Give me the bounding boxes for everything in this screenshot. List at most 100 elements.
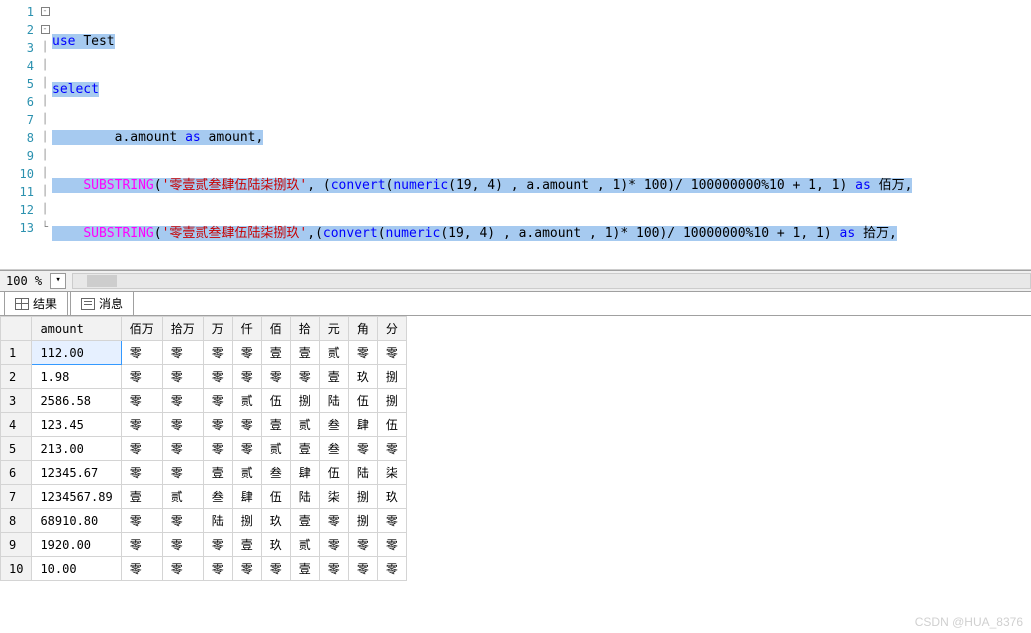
- cell[interactable]: 123.45: [32, 413, 121, 437]
- cell[interactable]: 1.98: [32, 365, 121, 389]
- zoom-level[interactable]: 100 %: [0, 274, 48, 288]
- cell[interactable]: 玖: [261, 509, 290, 533]
- cell[interactable]: 壹: [261, 413, 290, 437]
- tab-results[interactable]: 结果: [4, 291, 68, 315]
- cell[interactable]: 零: [203, 557, 232, 581]
- code-content[interactable]: use Test select a.amount as amount, SUBS…: [52, 0, 1031, 269]
- cell[interactable]: 柒: [319, 485, 348, 509]
- results-grid[interactable]: amount佰万拾万万仟佰拾元角分1112.00零零零零壹壹贰零零21.98零零…: [0, 316, 1031, 633]
- column-header[interactable]: amount: [32, 317, 121, 341]
- column-header[interactable]: 佰: [261, 317, 290, 341]
- zoom-dropdown-icon[interactable]: ▾: [50, 273, 66, 289]
- cell[interactable]: 贰: [319, 341, 348, 365]
- cell[interactable]: 零: [232, 341, 261, 365]
- row-number[interactable]: 2: [1, 365, 32, 389]
- cell[interactable]: 零: [377, 509, 406, 533]
- table-row[interactable]: 4123.45零零零零壹贰叁肆伍: [1, 413, 407, 437]
- fold-column[interactable]: - - ││││││││││└: [38, 0, 52, 269]
- cell[interactable]: 贰: [232, 389, 261, 413]
- row-number[interactable]: 6: [1, 461, 32, 485]
- cell[interactable]: 壹: [290, 341, 319, 365]
- cell[interactable]: 伍: [319, 461, 348, 485]
- column-header[interactable]: 万: [203, 317, 232, 341]
- cell[interactable]: 零: [261, 365, 290, 389]
- fold-toggle-icon[interactable]: -: [41, 7, 50, 16]
- cell[interactable]: 陆: [319, 389, 348, 413]
- table-row[interactable]: 32586.58零零零贰伍捌陆伍捌: [1, 389, 407, 413]
- cell[interactable]: 肆: [290, 461, 319, 485]
- cell[interactable]: 叁: [203, 485, 232, 509]
- table-row[interactable]: 5213.00零零零零贰壹叁零零: [1, 437, 407, 461]
- cell[interactable]: 柒: [377, 461, 406, 485]
- row-number[interactable]: 8: [1, 509, 32, 533]
- cell[interactable]: 贰: [290, 413, 319, 437]
- cell[interactable]: 壹: [261, 341, 290, 365]
- column-header[interactable]: 拾万: [162, 317, 203, 341]
- cell[interactable]: 零: [121, 557, 162, 581]
- table-row[interactable]: 868910.80零零陆捌玖壹零捌零: [1, 509, 407, 533]
- table-row[interactable]: 71234567.89壹贰叁肆伍陆柒捌玖: [1, 485, 407, 509]
- cell[interactable]: 零: [121, 533, 162, 557]
- cell[interactable]: 壹: [121, 485, 162, 509]
- cell[interactable]: 零: [319, 533, 348, 557]
- sql-editor[interactable]: 1 2 3 4 5 6 7 8 9 10 11 12 13 - - ││││││…: [0, 0, 1031, 270]
- cell[interactable]: 零: [348, 557, 377, 581]
- cell[interactable]: 零: [162, 437, 203, 461]
- cell[interactable]: 伍: [348, 389, 377, 413]
- cell[interactable]: 零: [232, 437, 261, 461]
- cell[interactable]: 零: [377, 341, 406, 365]
- cell[interactable]: 叁: [261, 461, 290, 485]
- cell[interactable]: 玖: [348, 365, 377, 389]
- cell[interactable]: 零: [162, 461, 203, 485]
- cell[interactable]: 壹: [232, 533, 261, 557]
- table-row[interactable]: 1010.00零零零零零壹零零零: [1, 557, 407, 581]
- cell[interactable]: 零: [232, 365, 261, 389]
- cell[interactable]: 捌: [348, 509, 377, 533]
- row-number[interactable]: 10: [1, 557, 32, 581]
- cell[interactable]: 零: [232, 557, 261, 581]
- row-number[interactable]: 1: [1, 341, 32, 365]
- cell[interactable]: 壹: [290, 509, 319, 533]
- scrollbar-thumb[interactable]: [87, 275, 117, 287]
- cell[interactable]: 伍: [377, 413, 406, 437]
- cell[interactable]: 零: [203, 533, 232, 557]
- cell[interactable]: 零: [203, 413, 232, 437]
- cell[interactable]: 贰: [232, 461, 261, 485]
- cell[interactable]: 零: [121, 509, 162, 533]
- cell[interactable]: 零: [348, 437, 377, 461]
- cell[interactable]: 捌: [377, 389, 406, 413]
- cell[interactable]: 零: [290, 365, 319, 389]
- cell[interactable]: 零: [162, 557, 203, 581]
- cell[interactable]: 零: [203, 341, 232, 365]
- cell[interactable]: 1920.00: [32, 533, 121, 557]
- cell[interactable]: 112.00: [32, 341, 121, 365]
- cell[interactable]: 捌: [377, 365, 406, 389]
- cell[interactable]: 叁: [319, 413, 348, 437]
- row-number[interactable]: 9: [1, 533, 32, 557]
- horizontal-scrollbar[interactable]: [72, 273, 1031, 289]
- cell[interactable]: 零: [348, 533, 377, 557]
- column-header[interactable]: 拾: [290, 317, 319, 341]
- table-row[interactable]: 91920.00零零零壹玖贰零零零: [1, 533, 407, 557]
- column-header[interactable]: 角: [348, 317, 377, 341]
- cell[interactable]: 零: [162, 509, 203, 533]
- cell[interactable]: 零: [121, 389, 162, 413]
- cell[interactable]: 肆: [232, 485, 261, 509]
- row-header-corner[interactable]: [1, 317, 32, 341]
- column-header[interactable]: 元: [319, 317, 348, 341]
- cell[interactable]: 伍: [261, 389, 290, 413]
- cell[interactable]: 68910.80: [32, 509, 121, 533]
- cell[interactable]: 零: [377, 437, 406, 461]
- table-row[interactable]: 1112.00零零零零壹壹贰零零: [1, 341, 407, 365]
- fold-toggle-icon[interactable]: -: [41, 25, 50, 34]
- cell[interactable]: 壹: [290, 557, 319, 581]
- cell[interactable]: 壹: [290, 437, 319, 461]
- cell[interactable]: 零: [319, 557, 348, 581]
- cell[interactable]: 零: [162, 389, 203, 413]
- cell[interactable]: 伍: [261, 485, 290, 509]
- cell[interactable]: 零: [121, 365, 162, 389]
- cell[interactable]: 零: [261, 557, 290, 581]
- cell[interactable]: 零: [203, 365, 232, 389]
- tab-messages[interactable]: 消息: [70, 291, 134, 315]
- cell[interactable]: 2586.58: [32, 389, 121, 413]
